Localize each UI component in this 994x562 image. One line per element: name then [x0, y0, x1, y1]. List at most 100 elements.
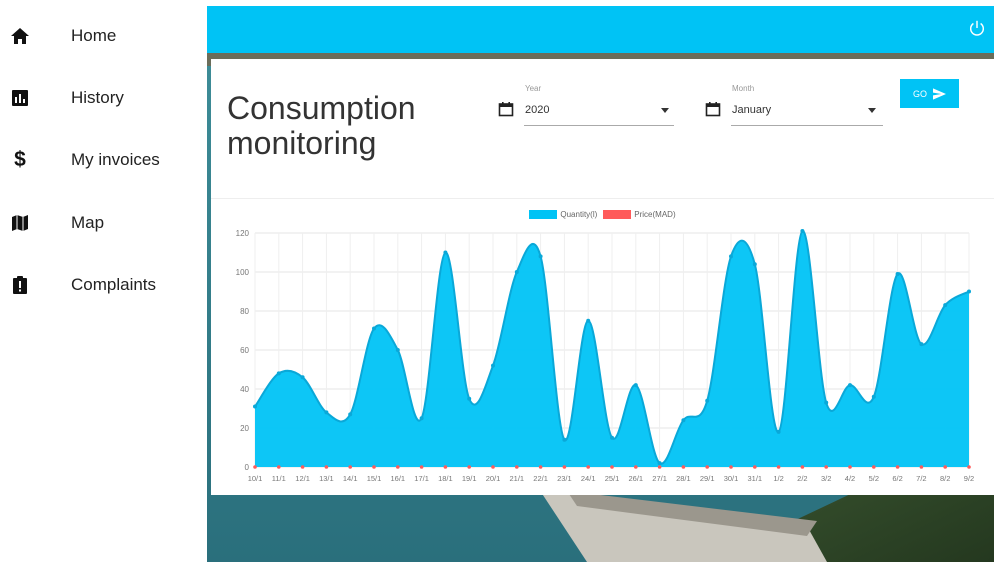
main-area: Consumption monitoring Year 2020 Month J… — [207, 6, 994, 562]
sidebar: Home History $ My invoices Map Complaint… — [0, 0, 207, 562]
x-tick-label: 4/2 — [845, 474, 855, 483]
x-tick-label: 25/1 — [605, 474, 620, 483]
price-point — [967, 465, 971, 469]
quantity-point — [776, 429, 781, 434]
price-point — [800, 465, 805, 469]
x-tick-label: 14/1 — [343, 474, 358, 483]
y-tick-label: 0 — [245, 463, 250, 472]
price-point — [705, 465, 709, 469]
sidebar-item-home[interactable]: Home — [0, 16, 207, 56]
price-point — [729, 465, 733, 469]
quantity-point — [491, 363, 495, 368]
go-label: GO — [912, 88, 927, 99]
quantity-point — [372, 326, 376, 331]
price-point — [467, 465, 472, 469]
go-button[interactable]: GO — [900, 79, 959, 108]
quantity-point — [871, 394, 876, 399]
x-tick-label: 5/2 — [869, 474, 879, 483]
price-point — [610, 465, 614, 469]
quantity-point — [943, 303, 948, 308]
price-point — [848, 465, 852, 469]
y-tick-label: 20 — [240, 424, 249, 433]
price-point — [253, 465, 257, 469]
quantity-point — [967, 289, 971, 294]
y-tick-label: 40 — [240, 385, 249, 394]
sidebar-item-history[interactable]: History — [0, 78, 207, 118]
send-icon — [933, 87, 946, 100]
quantity-point — [848, 383, 852, 388]
calendar-icon — [498, 102, 514, 117]
month-underline — [731, 125, 883, 126]
quantity-point — [729, 254, 733, 259]
quantity-point — [705, 398, 710, 403]
y-tick-label: 60 — [240, 346, 249, 355]
page-title: Consumption monitoring — [227, 91, 416, 161]
title-line-2: monitoring — [227, 125, 377, 161]
x-tick-label: 12/1 — [295, 474, 310, 483]
sidebar-item-label: History — [71, 88, 124, 107]
x-tick-label: 8/2 — [940, 474, 950, 483]
quantity-point — [538, 254, 543, 259]
price-point — [562, 465, 567, 469]
price-point — [515, 465, 519, 469]
price-point — [586, 465, 590, 469]
quantity-point — [895, 271, 900, 276]
quantity-point — [610, 435, 614, 440]
quantity-point — [324, 410, 329, 415]
quantity-point — [443, 250, 448, 255]
x-tick-label: 15/1 — [367, 474, 382, 483]
x-tick-label: 10/1 — [248, 474, 263, 483]
price-point — [943, 465, 947, 469]
x-tick-label: 9/2 — [964, 474, 974, 483]
quantity-point — [419, 416, 424, 421]
clipboard-alert-icon — [9, 274, 31, 296]
x-tick-label: 19/1 — [462, 474, 477, 483]
map-icon — [9, 212, 31, 234]
month-label: Month — [732, 84, 755, 93]
price-point — [538, 465, 543, 469]
price-point — [396, 465, 400, 469]
quantity-point — [467, 396, 472, 401]
price-point — [681, 465, 686, 469]
x-tick-label: 20/1 — [486, 474, 501, 483]
title-line-1: Consumption — [227, 90, 416, 126]
x-tick-label: 3/2 — [821, 474, 831, 483]
sidebar-item-invoices[interactable]: $ My invoices — [0, 140, 207, 180]
dollar-icon: $ — [14, 148, 26, 171]
month-select[interactable]: Month January — [705, 81, 885, 126]
bar-chart-icon — [9, 87, 31, 109]
quantity-point — [586, 318, 591, 323]
y-tick-label: 100 — [236, 268, 250, 277]
consumption-card: Consumption monitoring Year 2020 Month J… — [211, 59, 994, 495]
price-point — [919, 465, 924, 469]
x-tick-label: 26/1 — [628, 474, 643, 483]
quantity-point — [800, 229, 805, 234]
year-label: Year — [525, 84, 542, 93]
price-point — [753, 465, 757, 469]
price-point — [634, 465, 638, 469]
sidebar-item-complaints[interactable]: Complaints — [0, 265, 207, 305]
quantity-point — [253, 404, 257, 409]
quantity-point — [300, 375, 305, 380]
year-value: 2020 — [525, 104, 550, 116]
x-tick-label: 31/1 — [747, 474, 762, 483]
power-icon[interactable] — [968, 19, 986, 37]
sidebar-item-map[interactable]: Map — [0, 203, 207, 243]
price-point — [277, 465, 281, 469]
x-tick-label: 7/2 — [916, 474, 926, 483]
calendar-icon — [705, 102, 721, 117]
price-point — [657, 465, 662, 469]
quantity-point — [514, 270, 519, 274]
quantity-point — [633, 383, 638, 388]
x-tick-label: 11/1 — [272, 474, 286, 483]
x-tick-label: 29/1 — [700, 474, 715, 483]
price-point — [895, 465, 900, 469]
chevron-down-icon — [868, 108, 876, 113]
year-select[interactable]: Year 2020 — [498, 81, 676, 126]
top-bar — [207, 6, 994, 53]
y-tick-label: 120 — [236, 229, 250, 238]
price-point — [372, 465, 376, 469]
x-tick-label: 21/1 — [509, 474, 524, 483]
y-tick-label: 80 — [240, 307, 249, 316]
x-tick-label: 6/2 — [892, 474, 902, 483]
